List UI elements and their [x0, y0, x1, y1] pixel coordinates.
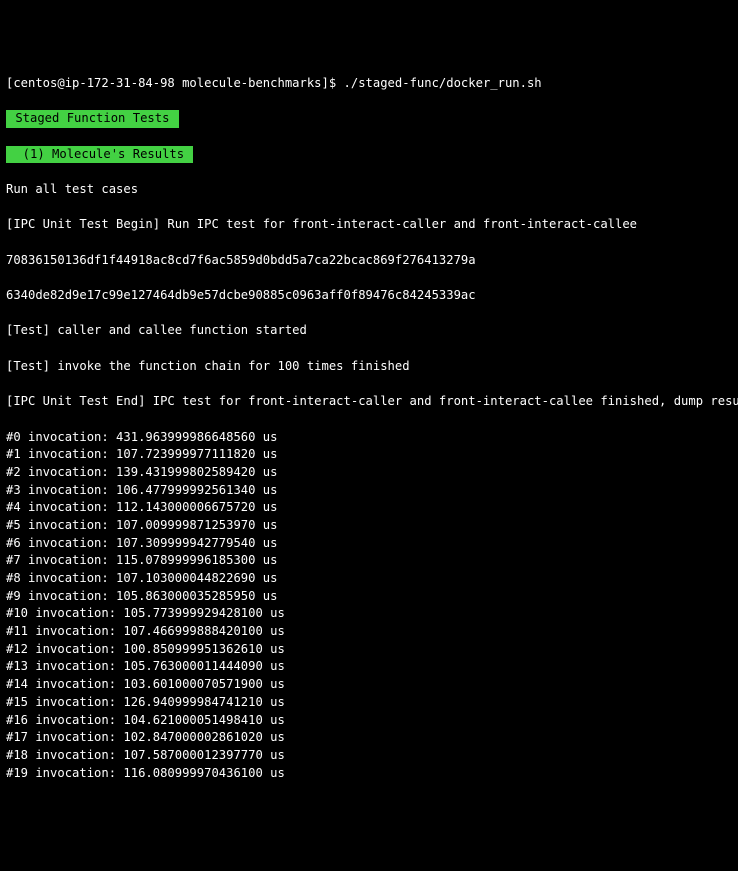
invocation-line: #16 invocation: 104.621000051498410 us	[6, 712, 732, 730]
hash-line-2: 6340de82d9e17c99e127464db9e57dcbe90885c0…	[6, 287, 732, 305]
invocation-line: #4 invocation: 112.143000006675720 us	[6, 499, 732, 517]
ipc-end-line: [IPC Unit Test End] IPC test for front-i…	[6, 393, 732, 411]
invocation-line: #13 invocation: 105.763000011444090 us	[6, 658, 732, 676]
banner-highlight-1: Staged Function Tests	[6, 110, 179, 128]
prompt-text: [centos@ip-172-31-84-98 molecule-benchma…	[6, 76, 344, 90]
invocation-line: #15 invocation: 126.940999984741210 us	[6, 694, 732, 712]
invocation-line: #3 invocation: 106.477999992561340 us	[6, 482, 732, 500]
invocation-line: #2 invocation: 139.431999802589420 us	[6, 464, 732, 482]
invocation-line: #5 invocation: 107.009999871253970 us	[6, 517, 732, 535]
terminal-prompt-line[interactable]: [centos@ip-172-31-84-98 molecule-benchma…	[6, 75, 732, 93]
banner-highlight-2: (1) Molecule's Results	[6, 146, 193, 164]
invocation-line: #7 invocation: 115.078999996185300 us	[6, 552, 732, 570]
invocation-line: #18 invocation: 107.587000012397770 us	[6, 747, 732, 765]
run-all-line: Run all test cases	[6, 181, 732, 199]
ipc-begin-line: [IPC Unit Test Begin] Run IPC test for f…	[6, 216, 732, 234]
hash-line-1: 70836150136df1f44918ac8cd7f6ac5859d0bdd5…	[6, 252, 732, 270]
invocation-line: #1 invocation: 107.723999977111820 us	[6, 446, 732, 464]
banner-line-1: Staged Function Tests	[6, 110, 732, 128]
invocation-line: #19 invocation: 116.080999970436100 us	[6, 765, 732, 783]
invocation-line: #14 invocation: 103.601000070571900 us	[6, 676, 732, 694]
invocation-line: #6 invocation: 107.309999942779540 us	[6, 535, 732, 553]
banner-line-2: (1) Molecule's Results	[6, 146, 732, 164]
invocation-line: #12 invocation: 100.850999951362610 us	[6, 641, 732, 659]
invocation-lines: #0 invocation: 431.963999986648560 us#1 …	[6, 429, 732, 783]
command-text: ./staged-func/docker_run.sh	[344, 76, 542, 90]
invocation-line: #17 invocation: 102.847000002861020 us	[6, 729, 732, 747]
invocation-line: #10 invocation: 105.773999929428100 us	[6, 605, 732, 623]
invocation-line: #8 invocation: 107.103000044822690 us	[6, 570, 732, 588]
test-line-2: [Test] invoke the function chain for 100…	[6, 358, 732, 376]
invocation-line: #9 invocation: 105.863000035285950 us	[6, 588, 732, 606]
invocation-line: #0 invocation: 431.963999986648560 us	[6, 429, 732, 447]
test-line-1: [Test] caller and callee function starte…	[6, 322, 732, 340]
invocation-line: #11 invocation: 107.466999888420100 us	[6, 623, 732, 641]
